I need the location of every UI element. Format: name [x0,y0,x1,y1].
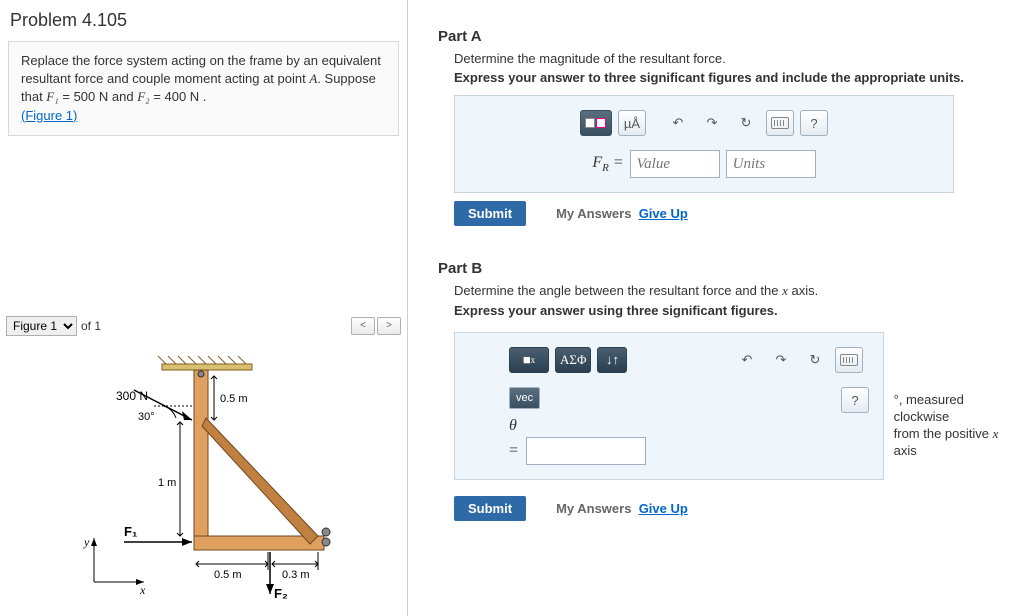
eq-label: = [509,442,518,460]
part-a-answer-box: µÅ ↶ ↷ ↻ ? FR = [454,95,954,193]
diag-05m-top: 0.5 m [220,393,248,405]
figure-count: of 1 [81,319,101,333]
redo-icon-b[interactable]: ↷ [767,347,795,373]
diag-f2: F₂ [274,586,288,601]
undo-icon[interactable]: ↶ [664,110,692,136]
diag-f1: F₁ [124,524,137,539]
txt: N [190,89,199,104]
submit-button-b[interactable]: Submit [454,496,526,521]
figure-link[interactable]: (Figure 1) [21,108,77,123]
theta-input[interactable] [526,437,646,465]
figure-select[interactable]: Figure 1 [6,316,77,336]
problem-title: Problem 4.105 [10,10,407,31]
diag-300n: 300 N [116,389,148,403]
part-a-bold-instr: Express your answer to three significant… [454,70,1018,85]
part-b-bold-instr: Express your answer using three signific… [454,303,1018,318]
undo-icon-b[interactable]: ↶ [733,347,761,373]
units-input[interactable] [726,150,816,178]
f2-var: F₂ [137,89,149,104]
diag-05m-bot: 0.5 m [214,569,242,581]
greek-icon[interactable]: ΑΣΦ [555,347,591,373]
vec-button[interactable]: vec [509,387,540,409]
value-input[interactable] [630,150,720,178]
help-icon[interactable]: ? [800,110,828,136]
fr-label: FR = [592,154,623,174]
reset-icon[interactable]: ↻ [732,110,760,136]
part-a-instr: Determine the magnitude of the resultant… [454,51,1018,66]
redo-icon[interactable]: ↷ [698,110,726,136]
submit-button-a[interactable]: Submit [454,201,526,226]
part-b-answer-box: ■x ΑΣΦ ↓↑ ↶ ↷ ↻ vec ? θ = [454,332,884,480]
math-tpl-icon[interactable]: ■x [509,347,549,373]
part-a-title: Part A [438,28,1018,45]
figure-prev-button[interactable]: < [351,317,375,335]
txt: = 500 [59,89,99,104]
txt: and [108,89,137,104]
f1-var: F₁ [46,89,58,104]
figure-next-button[interactable]: > [377,317,401,335]
theta-label: θ [509,417,517,435]
my-answers-a: My Answers [556,206,631,221]
figure-nav-bar: Figure 1 of 1 < > [6,316,401,336]
give-up-link-a[interactable]: Give Up [639,206,688,221]
subsup-icon[interactable]: ↓↑ [597,347,627,373]
keyboard-icon[interactable] [766,110,794,136]
diag-03m: 0.3 m [282,569,310,581]
txt: N [99,89,108,104]
help-icon-b[interactable]: ? [841,387,869,413]
problem-statement: Replace the force system acting on the f… [8,41,399,136]
diag-30deg: 30° [138,411,155,423]
give-up-link-b[interactable]: Give Up [639,501,688,516]
my-answers-b: My Answers [556,501,631,516]
template-icon[interactable] [580,110,612,136]
part-b-instr: Determine the angle between the resultan… [454,283,1018,299]
txt: = 400 [150,89,190,104]
figure-image: A 300 N 30° 0.5 m [54,346,354,609]
part-b-title: Part B [438,260,1018,277]
txt: . [199,89,206,104]
diag-1m: 1 m [158,477,176,489]
units-icon[interactable]: µÅ [618,110,646,136]
diag-x: x [139,583,146,597]
reset-icon-b[interactable]: ↻ [801,347,829,373]
keyboard-icon-b[interactable] [835,347,863,373]
units-note: °, measured clockwise from the positive … [894,392,1014,460]
diag-y: y [83,535,90,549]
